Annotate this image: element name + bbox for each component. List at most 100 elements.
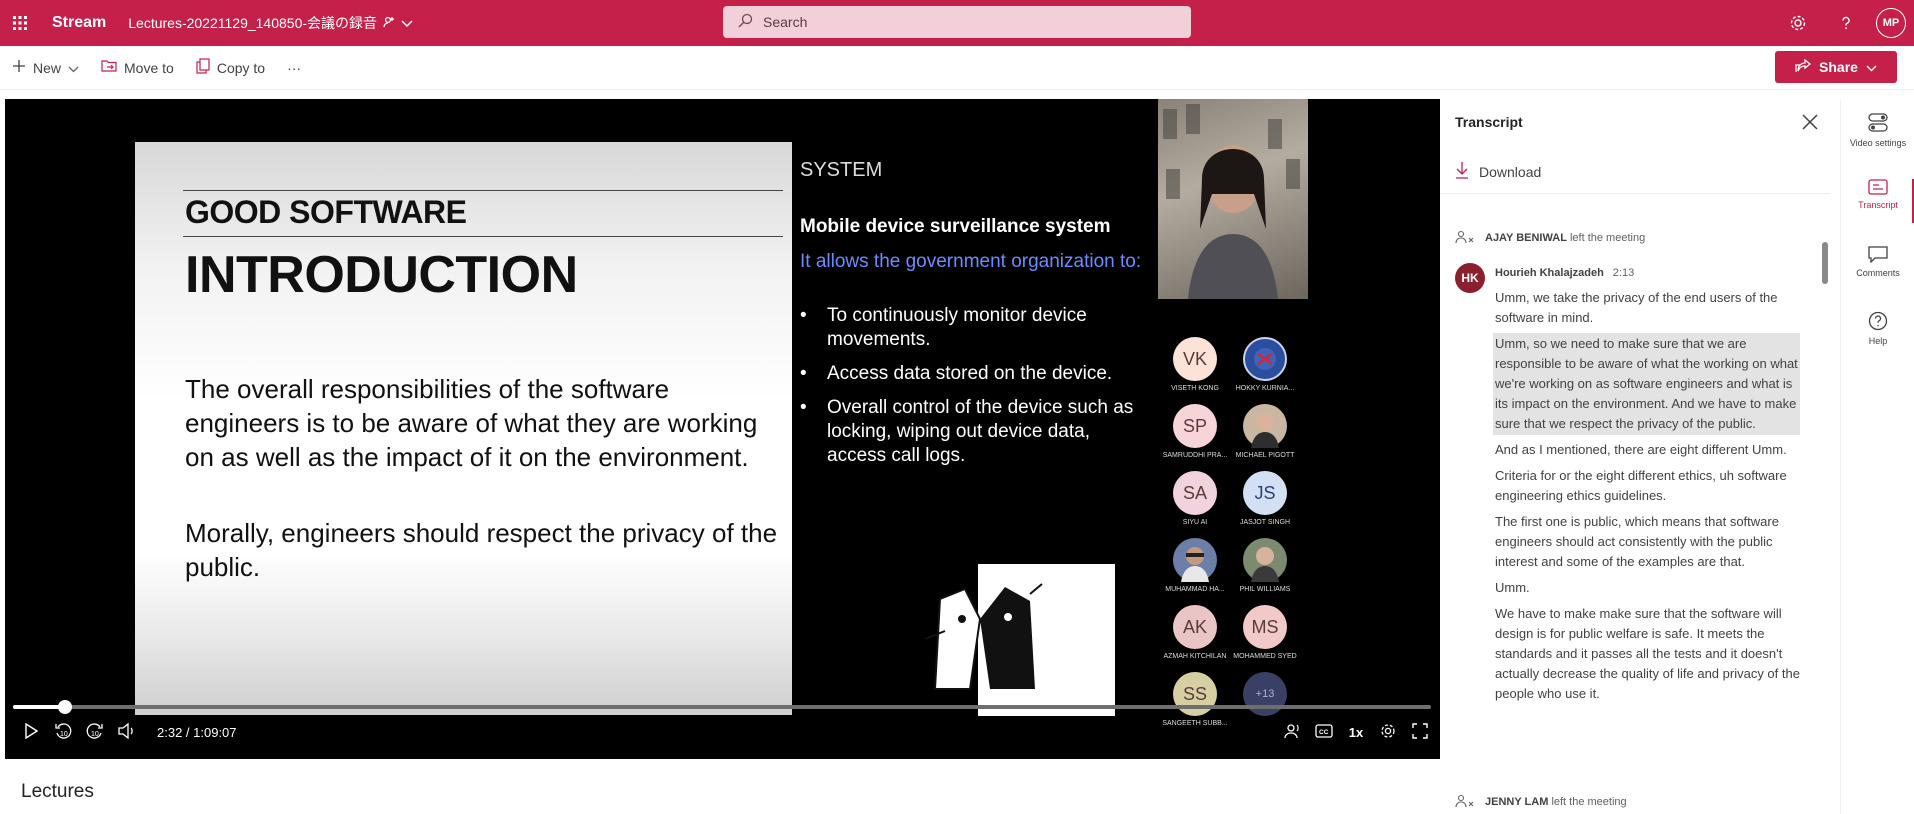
rewind-10-icon: 10 bbox=[54, 722, 72, 743]
chevron-down-icon bbox=[1866, 59, 1877, 75]
slide-paragraph: The overall responsibilities of the soft… bbox=[185, 374, 758, 472]
participant-name: VISETH KONG bbox=[1171, 385, 1219, 392]
playback-speed-button[interactable]: 1x bbox=[1340, 717, 1372, 747]
section-title: Lectures bbox=[21, 781, 94, 802]
participant-tile: SP SAMRUDDHI PRA... bbox=[1160, 404, 1230, 459]
participant-name: MOHAMMED SYED bbox=[1233, 653, 1297, 660]
app-launcher-icon[interactable] bbox=[0, 0, 40, 46]
copy-icon bbox=[196, 58, 210, 77]
event-text: left the meeting bbox=[1569, 232, 1646, 244]
participant-tile: MUHAMMAD HA... bbox=[1160, 538, 1230, 593]
search-placeholder: Search bbox=[763, 14, 808, 30]
fullscreen-button[interactable] bbox=[1404, 717, 1436, 747]
search-box[interactable]: Search bbox=[723, 6, 1191, 38]
slide-system-subtitle: It allows the government organization to… bbox=[800, 251, 1142, 272]
participant-tile: VK VISETH KONG bbox=[1160, 337, 1230, 392]
participant-name: PHIL WILLIAMS bbox=[1239, 586, 1291, 593]
slide-heading: INTRODUCTION bbox=[185, 246, 578, 304]
transcript-segment[interactable]: The first one is public, which means tha… bbox=[1495, 511, 1800, 573]
share-button[interactable]: Share bbox=[1775, 51, 1897, 83]
player-settings-button[interactable] bbox=[1372, 717, 1404, 747]
rail-comments[interactable]: Comments bbox=[1841, 245, 1914, 278]
transcript-segment-active[interactable]: Umm, so we need to make sure that we are… bbox=[1493, 333, 1800, 435]
person-left-icon bbox=[1455, 794, 1477, 811]
video-player[interactable]: GOOD SOFTWARE INTRODUCTION The overall r… bbox=[5, 99, 1440, 759]
help-icon[interactable] bbox=[1822, 0, 1870, 46]
speaker-timestamp[interactable]: 2:13 bbox=[1613, 267, 1634, 279]
copy-to-button[interactable]: Copy to bbox=[185, 50, 276, 86]
slide-title: GOOD SOFTWARE bbox=[185, 194, 467, 230]
move-folder-icon bbox=[101, 59, 117, 76]
participant-tile: SA SIYU AI bbox=[1160, 471, 1230, 526]
share-label: Share bbox=[1819, 59, 1858, 75]
event-text: left the meeting bbox=[1551, 796, 1627, 808]
participant-name: HOKKY KURNIA... bbox=[1235, 385, 1295, 392]
slide-bullet: Access data stored on the device. bbox=[800, 362, 1150, 386]
chevron-down-icon[interactable] bbox=[401, 15, 413, 31]
participant-avatar: SA bbox=[1173, 471, 1217, 515]
new-button[interactable]: New bbox=[0, 50, 90, 86]
slide-left-panel: GOOD SOFTWARE INTRODUCTION The overall r… bbox=[135, 142, 792, 715]
speaker-name: Hourieh Khalajzadeh bbox=[1495, 267, 1604, 279]
copy-to-label: Copy to bbox=[216, 59, 266, 76]
participant-tile: AK AZMAH KITCHILAN bbox=[1160, 605, 1230, 660]
captions-button[interactable]: CC bbox=[1308, 717, 1340, 747]
volume-button[interactable] bbox=[111, 717, 143, 747]
share-icon bbox=[1795, 58, 1812, 76]
slide-rule bbox=[183, 236, 783, 237]
user-avatar[interactable]: MP bbox=[1876, 8, 1906, 38]
document-title-text: Lectures-20221129_140850-会議の録音 bbox=[128, 15, 378, 31]
participant-tile: MS MOHAMMED SYED bbox=[1230, 605, 1300, 660]
speaker-coach-button[interactable] bbox=[1276, 717, 1308, 747]
seek-bar[interactable] bbox=[13, 700, 1431, 714]
move-to-button[interactable]: Move to bbox=[90, 50, 185, 86]
more-options-button[interactable]: ··· bbox=[276, 50, 312, 86]
participant-name: MICHAEL PIGOTT bbox=[1235, 452, 1295, 459]
participant-tile: MICHAEL PIGOTT bbox=[1230, 404, 1300, 459]
event-person-name: JENNY LAM bbox=[1485, 796, 1549, 808]
person-left-icon bbox=[1455, 230, 1477, 247]
document-title[interactable]: Lectures-20221129_140850-会議の録音 bbox=[128, 13, 413, 33]
rail-help[interactable]: Help bbox=[1841, 311, 1914, 346]
slide-bullet-list: To continuously monitor device movements… bbox=[800, 304, 1150, 468]
svg-text:10: 10 bbox=[60, 731, 68, 738]
slide-right-panel: SYSTEM Mobile device surveillance system… bbox=[800, 159, 1150, 478]
person-voice-icon bbox=[1283, 723, 1301, 742]
participant-avatar: SS bbox=[1173, 672, 1217, 716]
close-icon[interactable] bbox=[1799, 111, 1821, 133]
play-button[interactable] bbox=[15, 717, 47, 747]
transcript-segment[interactable]: Umm, we take the privacy of the end user… bbox=[1495, 287, 1800, 329]
download-icon bbox=[1455, 161, 1469, 182]
seek-bar-thumb[interactable] bbox=[57, 700, 72, 714]
chevron-down-icon bbox=[68, 60, 79, 76]
participant-photo-avatar bbox=[1243, 404, 1287, 448]
participant-avatar: JS bbox=[1243, 471, 1287, 515]
settings-gear-icon[interactable] bbox=[1774, 0, 1822, 46]
slide-system-title: Mobile device surveillance system bbox=[800, 216, 1111, 237]
event-person-name: AJAY BENIWAL bbox=[1485, 232, 1567, 244]
skip-forward-button[interactable]: 10 bbox=[79, 717, 111, 747]
share-status-icon bbox=[383, 15, 395, 31]
transcript-entry: HK Hourieh Khalajzadeh 2:13 Umm, we take … bbox=[1455, 263, 1815, 705]
svg-text:10: 10 bbox=[91, 731, 99, 738]
plus-icon bbox=[12, 59, 26, 76]
brand-name[interactable]: Stream bbox=[52, 14, 106, 32]
search-icon bbox=[737, 13, 753, 32]
fullscreen-icon bbox=[1412, 722, 1428, 742]
participant-tile: PHIL WILLIAMS bbox=[1230, 538, 1300, 593]
transcript-scrollbar[interactable] bbox=[1822, 242, 1828, 284]
transcript-title: Transcript bbox=[1455, 114, 1523, 130]
rail-video-settings[interactable]: Video settings bbox=[1841, 113, 1914, 148]
transcript-segment[interactable]: Umm. bbox=[1495, 577, 1800, 599]
transcript-segment[interactable]: Criteria for or the eight different ethi… bbox=[1495, 465, 1800, 507]
speaker-line: Hourieh Khalajzadeh 2:13 bbox=[1495, 263, 1815, 281]
transcript-segment[interactable]: We have to make make sure that the softw… bbox=[1495, 603, 1800, 705]
download-transcript-button[interactable]: Download bbox=[1455, 161, 1541, 182]
transcript-segment[interactable]: And as I mentioned, there are eight diff… bbox=[1495, 439, 1800, 461]
rail-transcript[interactable]: Transcript bbox=[1841, 179, 1914, 210]
skip-back-button[interactable]: 10 bbox=[47, 717, 79, 747]
more-participants-badge: +13 bbox=[1243, 672, 1287, 716]
volume-icon bbox=[118, 722, 136, 742]
transcript-event: AJAY BENIWAL left the meeting bbox=[1455, 229, 1815, 247]
participant-avatar: VK bbox=[1173, 337, 1217, 381]
